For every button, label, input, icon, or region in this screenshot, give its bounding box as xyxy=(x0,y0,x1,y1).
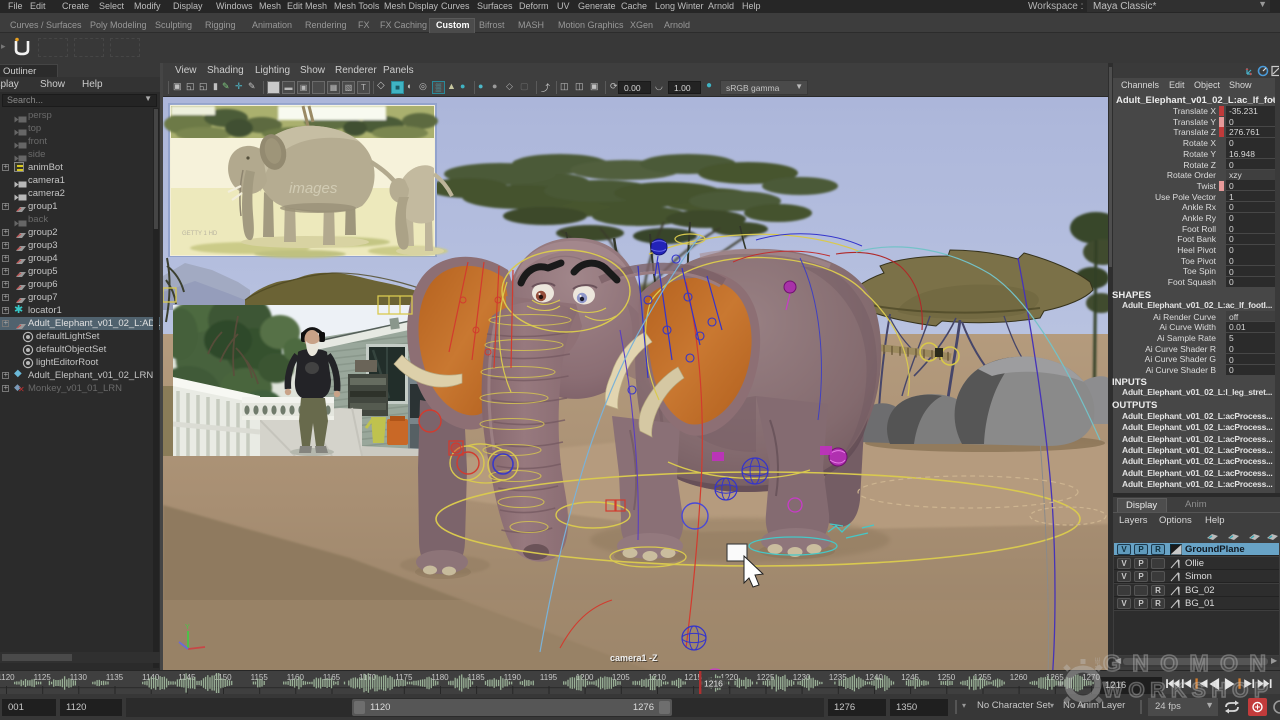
svg-text:1175: 1175 xyxy=(395,673,413,682)
svg-text:1250: 1250 xyxy=(937,673,955,682)
svg-text:1125: 1125 xyxy=(34,673,52,682)
svg-text:1120: 1120 xyxy=(0,673,15,682)
svg-text:1235: 1235 xyxy=(829,673,847,682)
svg-text:1135: 1135 xyxy=(106,673,124,682)
svg-text:1145: 1145 xyxy=(178,673,196,682)
svg-text:1216: 1216 xyxy=(704,679,723,689)
svg-text:1205: 1205 xyxy=(612,673,630,682)
svg-text:1260: 1260 xyxy=(1010,673,1028,682)
svg-text:Y: Y xyxy=(185,624,190,631)
svg-text:1190: 1190 xyxy=(504,673,522,682)
svg-text:1160: 1160 xyxy=(287,673,305,682)
svg-text:GETTY 1 HD: GETTY 1 HD xyxy=(182,231,218,237)
svg-text:1265: 1265 xyxy=(1046,673,1064,682)
svg-text:images: images xyxy=(289,180,338,197)
svg-text:1130: 1130 xyxy=(70,673,88,682)
svg-text:1195: 1195 xyxy=(540,673,558,682)
svg-text:camera1 -Z: camera1 -Z xyxy=(610,653,658,663)
